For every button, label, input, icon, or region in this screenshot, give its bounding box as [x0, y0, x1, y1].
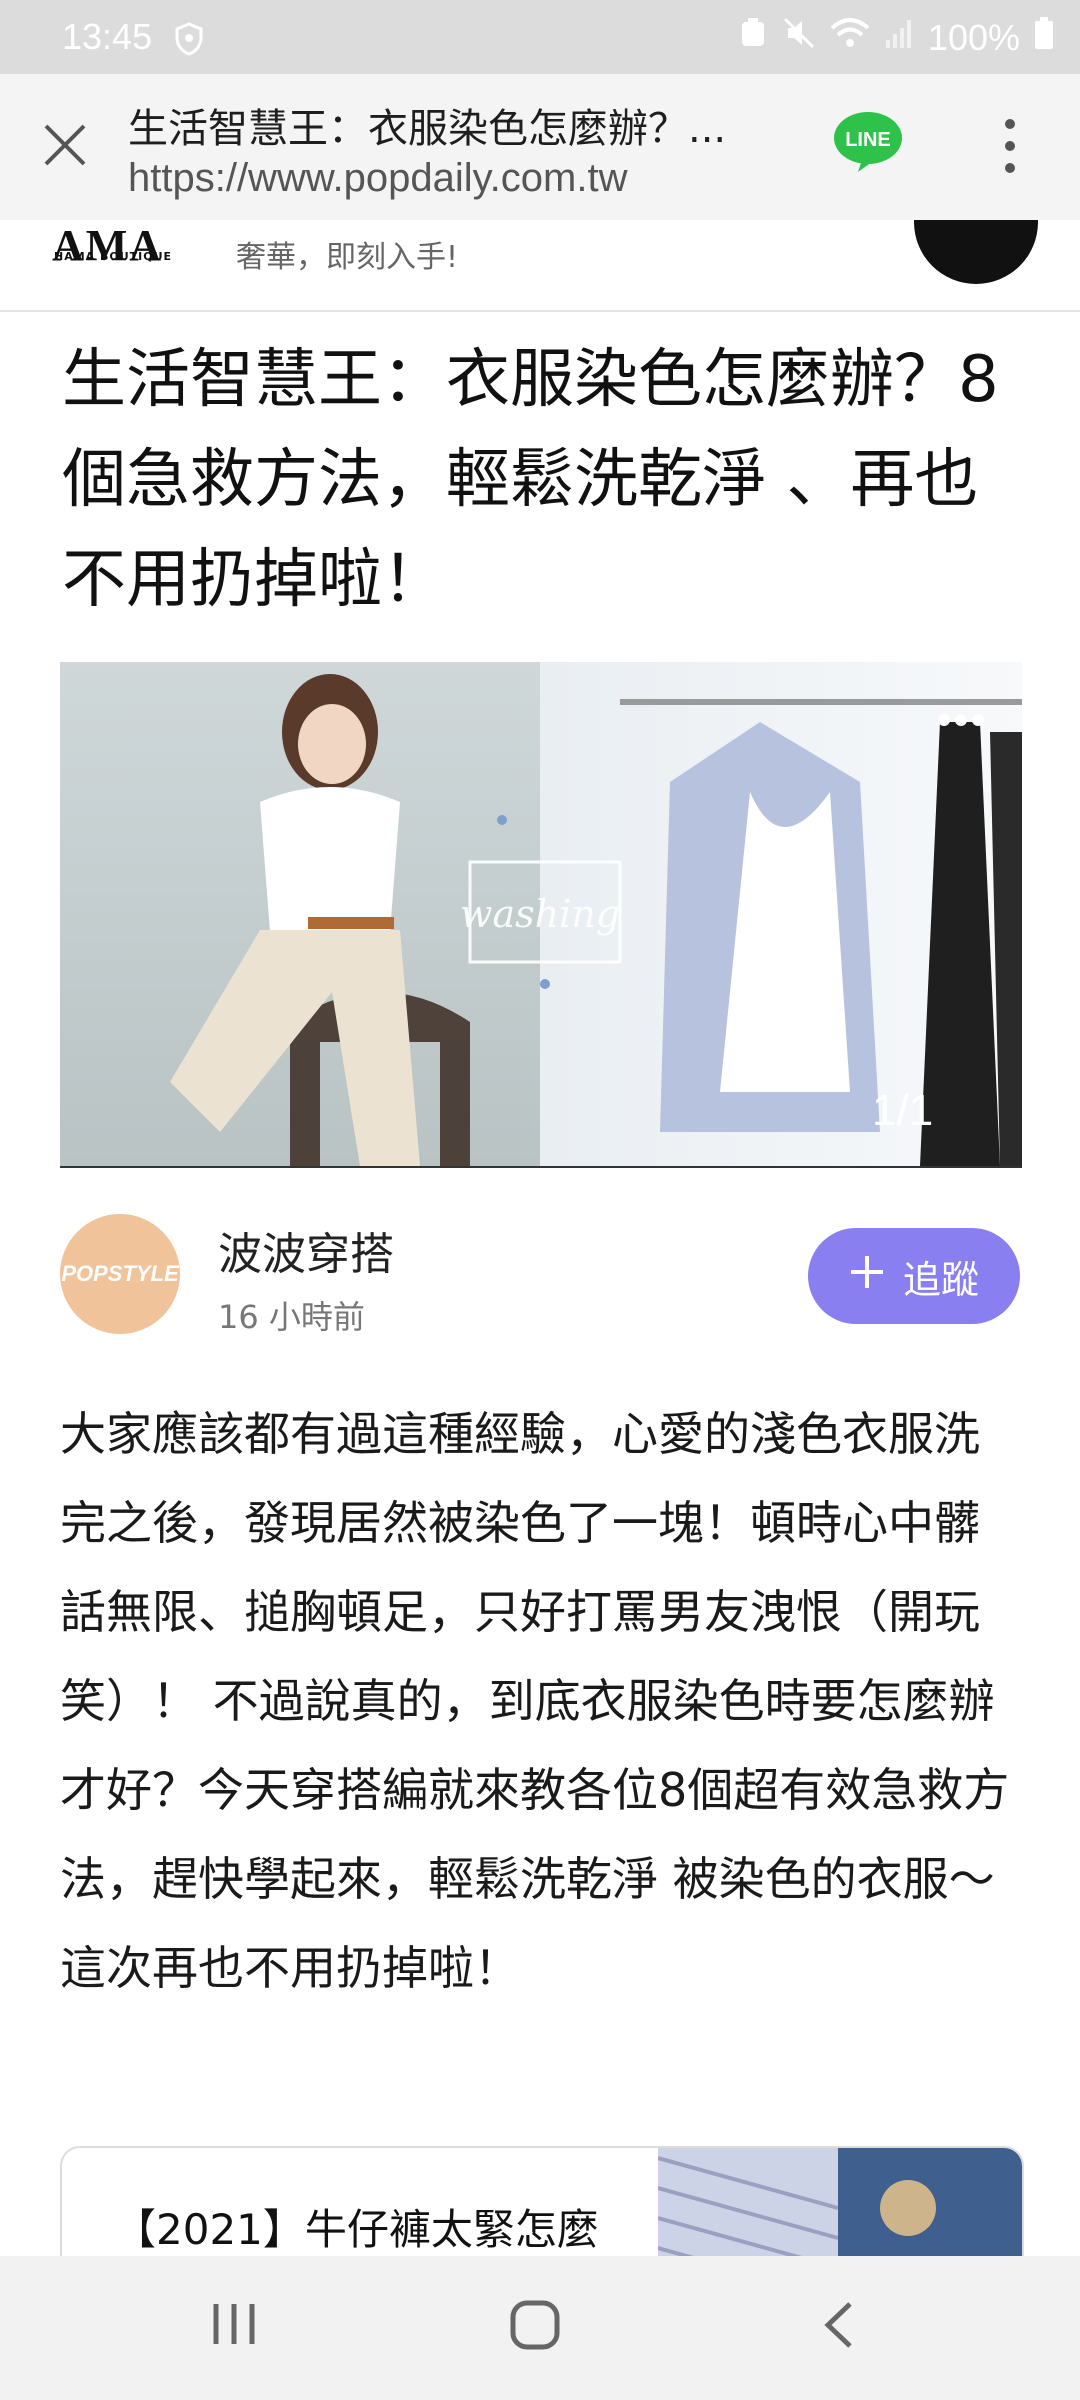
system-nav-bar	[0, 2256, 1080, 2400]
ad-logo: AMA	[52, 221, 164, 270]
related-title: 【2021】牛仔褲太緊怎麼	[114, 2205, 599, 2254]
article-body: 大家應該都有過這種經驗，心愛的淺色衣服洗完之後，發現居然被染色了一塊！頓時心中髒…	[60, 1407, 1010, 1995]
status-bar: 13:45 100%	[0, 0, 1080, 74]
page-title: 生活智慧王：衣服染色怎麼辦？...	[128, 106, 727, 152]
page-url[interactable]: https://www.popdaily.com.tw	[128, 156, 627, 201]
ad-arrow-button[interactable]	[914, 220, 1038, 284]
status-icons: 100%	[738, 16, 1054, 59]
follow-button[interactable]: 追蹤	[808, 1228, 1020, 1324]
avatar[interactable]: POPSTYLE	[60, 1214, 180, 1334]
status-time: 13:45	[62, 16, 153, 57]
plus-icon	[849, 1254, 885, 1299]
line-app-icon[interactable]: LINE	[832, 110, 904, 174]
article-title: 生活智慧王：衣服染色怎麼辦？8個急救方法，輕鬆洗乾淨 、再也不用扔掉啦！	[62, 343, 999, 617]
ad-banner[interactable]: AMA HAMA BOUTIQUE 奢華，即刻入手!	[0, 220, 1080, 312]
image-more-icon[interactable]	[936, 712, 986, 732]
recent-apps-icon[interactable]	[210, 2300, 258, 2352]
svg-text:washing: washing	[460, 892, 620, 936]
avatar-text: POPSTYLE	[61, 1261, 179, 1286]
shield-icon	[174, 22, 204, 65]
signal-icon	[884, 16, 914, 59]
svg-text:LINE: LINE	[845, 129, 891, 151]
follow-label: 追蹤	[902, 1257, 979, 1302]
alarm-icon	[738, 16, 768, 59]
battery-percent: 100%	[927, 16, 1020, 58]
battery-icon	[1034, 16, 1054, 59]
image-counter: 1/1	[872, 1086, 934, 1135]
ad-text: 奢華，即刻入手!	[236, 240, 459, 275]
home-icon[interactable]	[510, 2300, 560, 2354]
close-icon[interactable]	[42, 122, 88, 168]
mute-icon	[782, 16, 816, 59]
more-vertical-icon[interactable]	[1000, 116, 1020, 176]
wifi-icon	[830, 16, 870, 59]
post-time: 16 小時前	[218, 1298, 365, 1336]
author-name[interactable]: 波波穿搭	[218, 1218, 394, 1282]
back-icon[interactable]	[822, 2300, 856, 2354]
ad-logo-sub: HAMA BOUTIQUE	[54, 250, 173, 263]
